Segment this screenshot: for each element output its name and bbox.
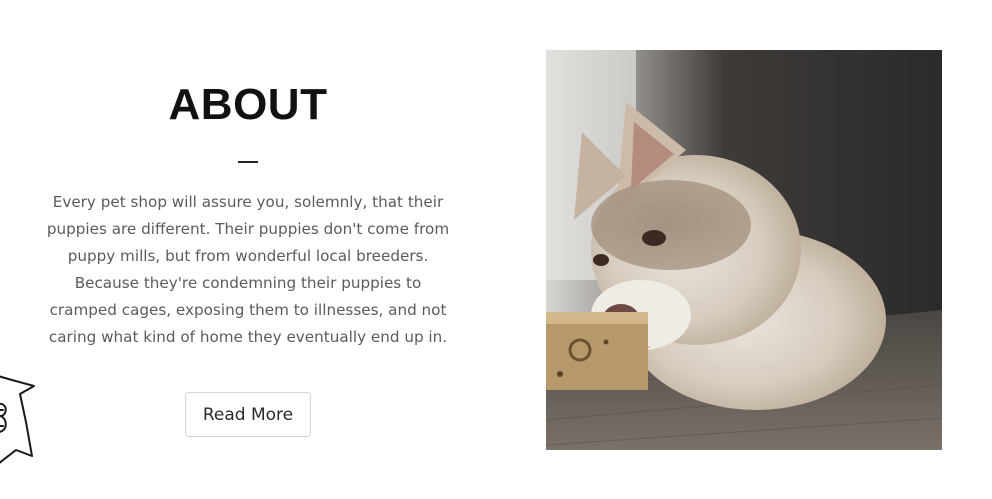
about-section: ABOUT Every pet shop will assure you, so…	[40, 72, 456, 351]
about-title: ABOUT	[168, 80, 328, 129]
about-description: Every pet shop will assure you, solemnly…	[46, 193, 450, 346]
puppy-photo	[546, 50, 942, 450]
title-divider	[238, 161, 258, 163]
read-more-button[interactable]: Read More	[185, 392, 311, 437]
cat-doodle-icon	[0, 372, 42, 473]
